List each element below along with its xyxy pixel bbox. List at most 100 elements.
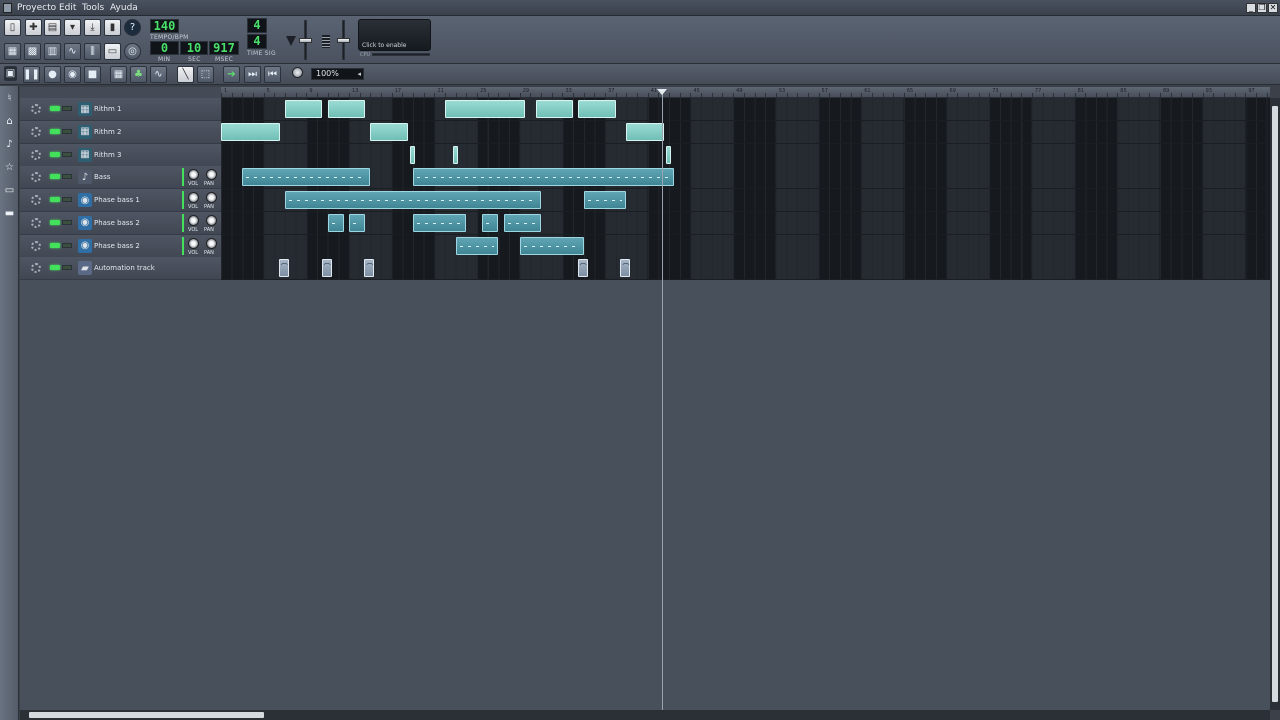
fx-mixer-icon[interactable]: ⫼: [84, 43, 101, 60]
restore-button[interactable]: ❐: [1257, 3, 1267, 13]
mute-toggle[interactable]: [50, 197, 60, 202]
master-pitch-slider[interactable]: [337, 38, 350, 43]
synth-icon[interactable]: ◉: [78, 215, 92, 230]
track-header[interactable]: ▦ Rithm 2: [20, 120, 221, 144]
track-header[interactable]: ♪ Bass VOL PAN: [20, 166, 221, 190]
track-name[interactable]: Rithm 2: [94, 128, 122, 136]
pan-knob[interactable]: [206, 192, 217, 203]
instrument-pattern[interactable]: [413, 213, 467, 232]
track-lane[interactable]: [221, 120, 1270, 144]
my-samples-icon[interactable]: ♪: [2, 137, 17, 152]
automation-editor-icon[interactable]: ∿: [64, 43, 81, 60]
save-project-icon[interactable]: ⤓: [84, 19, 101, 36]
new-from-template-icon[interactable]: ✚: [25, 19, 42, 36]
instrument-plugins-icon[interactable]: ♮: [2, 91, 17, 106]
timesig-numerator[interactable]: 4: [247, 18, 267, 33]
track-name[interactable]: Automation track: [94, 264, 155, 272]
gear-icon[interactable]: [31, 263, 41, 274]
track-header[interactable]: ◉ Phase bass 2 VOL PAN: [20, 211, 221, 235]
timeline-ruler[interactable]: 1 5 9 13 17 21 25 29 33 37 41 45 49 53 57 61 65 69 73 77 81 8…: [221, 87, 1270, 98]
my-home-icon[interactable]: ▭: [2, 183, 17, 198]
track-lane[interactable]: [221, 166, 1270, 190]
menu-ayuda[interactable]: Ayuda: [110, 3, 138, 13]
track-header[interactable]: ◉ Phase bass 2 VOL PAN: [20, 234, 221, 258]
song-editor-tab-icon[interactable]: ▣: [4, 66, 17, 81]
track-name[interactable]: Phase bass 2: [94, 242, 140, 250]
synth-icon[interactable]: ◉: [78, 238, 92, 253]
track-header[interactable]: ◉ Phase bass 1 VOL PAN: [20, 189, 221, 212]
mute-toggle[interactable]: [50, 174, 60, 180]
solo-toggle[interactable]: [62, 219, 72, 225]
gear-icon[interactable]: [31, 217, 41, 228]
add-sample-track-icon[interactable]: ♣: [130, 66, 147, 83]
solo-toggle[interactable]: [62, 265, 72, 271]
timesig-denominator[interactable]: 4: [247, 34, 267, 49]
play-icon[interactable]: ➔: [223, 66, 240, 83]
add-beat-track-icon[interactable]: ▦: [110, 66, 127, 83]
menu-proyecto[interactable]: Proyecto: [17, 3, 56, 13]
instrument-pattern[interactable]: [583, 191, 627, 209]
beat-pattern[interactable]: [452, 145, 458, 164]
beat-pattern[interactable]: [445, 100, 526, 118]
track-name[interactable]: Rithm 1: [94, 105, 122, 113]
track-lane[interactable]: [221, 211, 1270, 235]
project-notes-icon[interactable]: ▭: [104, 43, 121, 60]
beat-pattern[interactable]: [370, 122, 408, 141]
track-lane[interactable]: [221, 257, 1270, 281]
playhead-marker[interactable]: [657, 89, 667, 95]
pan-knob[interactable]: [206, 169, 217, 181]
skip-start-icon[interactable]: ⏮: [264, 66, 281, 83]
beat-pattern[interactable]: [578, 100, 616, 118]
add-automation-track-icon[interactable]: ∿: [150, 66, 167, 83]
beat-icon[interactable]: ▦: [78, 147, 92, 162]
help-icon[interactable]: ?: [124, 19, 141, 36]
minimize-button[interactable]: _: [1246, 3, 1256, 13]
automation-pattern[interactable]: [577, 259, 588, 278]
my-presets-icon[interactable]: ☆: [2, 160, 17, 175]
piano-roll-icon[interactable]: ▥: [44, 43, 61, 60]
beat-pattern[interactable]: [285, 100, 323, 118]
beat-icon[interactable]: ▦: [78, 124, 92, 139]
cpu-graph[interactable]: Click to enable: [358, 19, 431, 51]
beat-icon[interactable]: ▦: [78, 102, 92, 116]
volume-knob[interactable]: [188, 214, 199, 226]
solo-toggle[interactable]: [62, 128, 72, 134]
pan-knob[interactable]: [206, 237, 217, 249]
beat-pattern[interactable]: [626, 122, 664, 141]
instrument-pattern[interactable]: [349, 213, 366, 232]
menu-edit[interactable]: Edit: [59, 3, 76, 13]
master-volume-slider[interactable]: [299, 38, 312, 43]
note-icon[interactable]: ♪: [78, 170, 92, 185]
instrument-pattern[interactable]: [519, 236, 584, 255]
horizontal-scroll-handle[interactable]: [29, 712, 264, 718]
pause-icon[interactable]: ❚❚: [23, 66, 40, 83]
automation-pattern[interactable]: [364, 259, 375, 278]
track-header[interactable]: ▰ Automation track: [20, 257, 221, 281]
solo-toggle[interactable]: [62, 106, 72, 111]
mute-toggle[interactable]: [50, 265, 60, 271]
record-while-playing-icon[interactable]: ◉: [64, 66, 81, 83]
mute-toggle[interactable]: [50, 106, 60, 111]
instrument-pattern[interactable]: [413, 168, 675, 187]
solo-toggle[interactable]: [62, 242, 72, 248]
zoom-select[interactable]: 100% ◂: [311, 68, 364, 80]
beat-pattern[interactable]: [221, 122, 280, 141]
export-icon[interactable]: ▮: [104, 19, 121, 36]
track-name[interactable]: Phase bass 2: [94, 219, 140, 227]
folder-icon[interactable]: ▰: [78, 261, 92, 276]
beat-pattern[interactable]: [665, 145, 672, 164]
mute-toggle[interactable]: [50, 128, 60, 134]
open-project-icon[interactable]: ▤: [44, 19, 61, 36]
recent-projects-icon[interactable]: ▾: [64, 19, 81, 36]
gear-icon[interactable]: [31, 195, 41, 205]
instrument-pattern[interactable]: [455, 236, 499, 255]
song-editor-icon[interactable]: ▦: [4, 43, 21, 60]
pan-knob[interactable]: [206, 214, 217, 226]
beat-editor-icon[interactable]: ▩: [24, 43, 41, 60]
mute-toggle[interactable]: [50, 219, 60, 225]
edit-mode-icon[interactable]: ⬚: [197, 66, 214, 83]
solo-toggle[interactable]: [62, 197, 72, 202]
close-button[interactable]: ✕: [1268, 3, 1278, 13]
instrument-pattern[interactable]: [242, 168, 371, 187]
track-header[interactable]: ▦ Rithm 1: [20, 98, 221, 121]
